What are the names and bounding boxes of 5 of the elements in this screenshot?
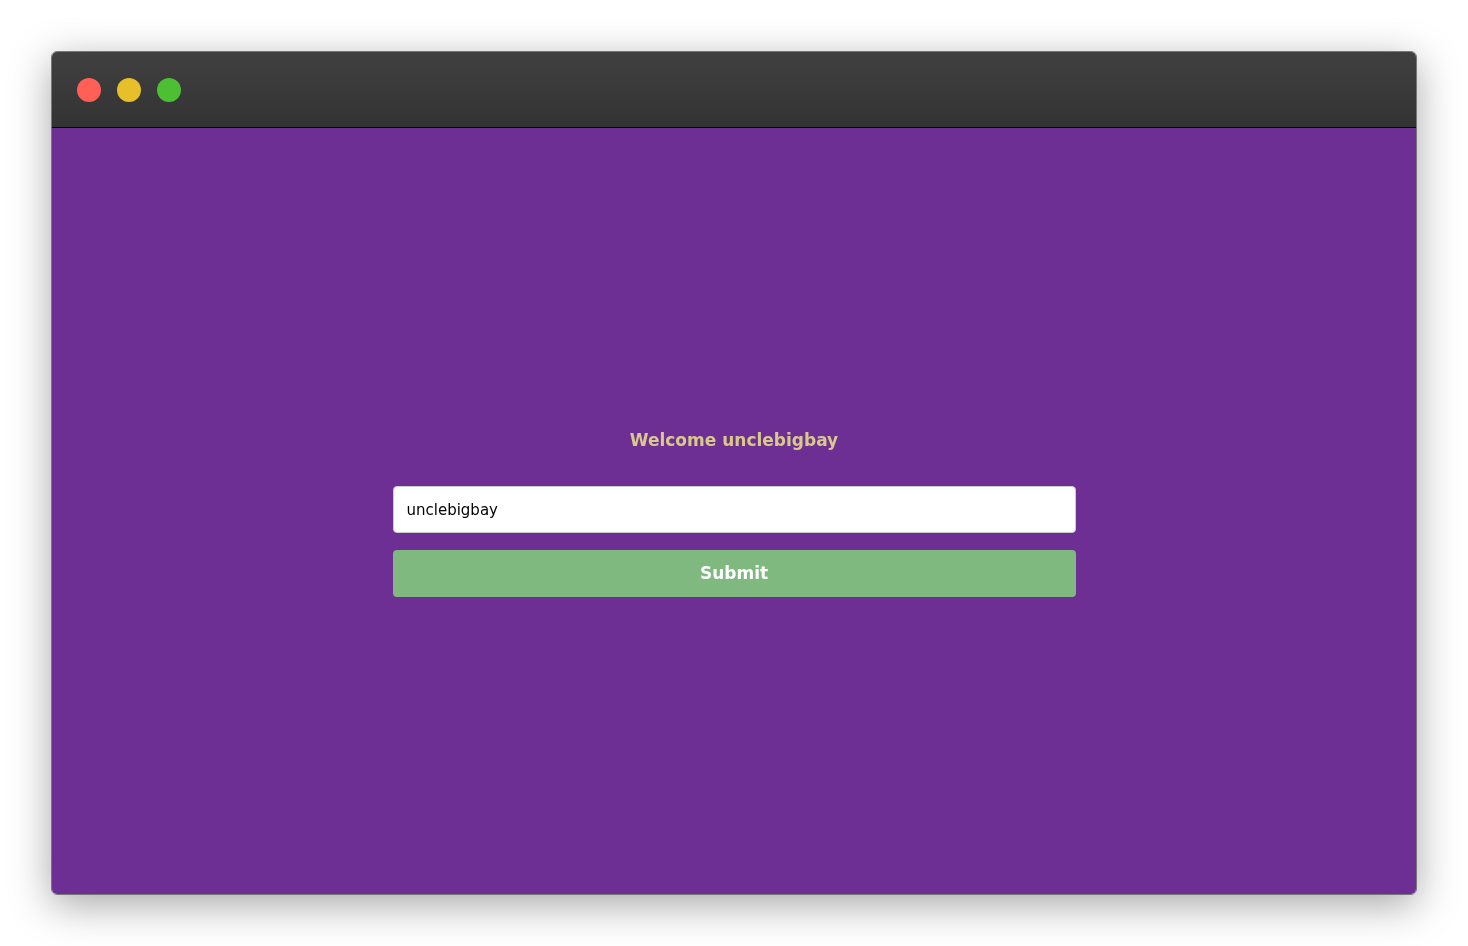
window-control-button[interactable] (117, 77, 141, 102)
window-control-button[interactable] (157, 77, 181, 102)
window-control-button[interactable] (77, 77, 101, 102)
welcome-heading: Welcome unclebigbay (629, 429, 839, 452)
name-field[interactable]: unclebigbay (392, 486, 1076, 533)
